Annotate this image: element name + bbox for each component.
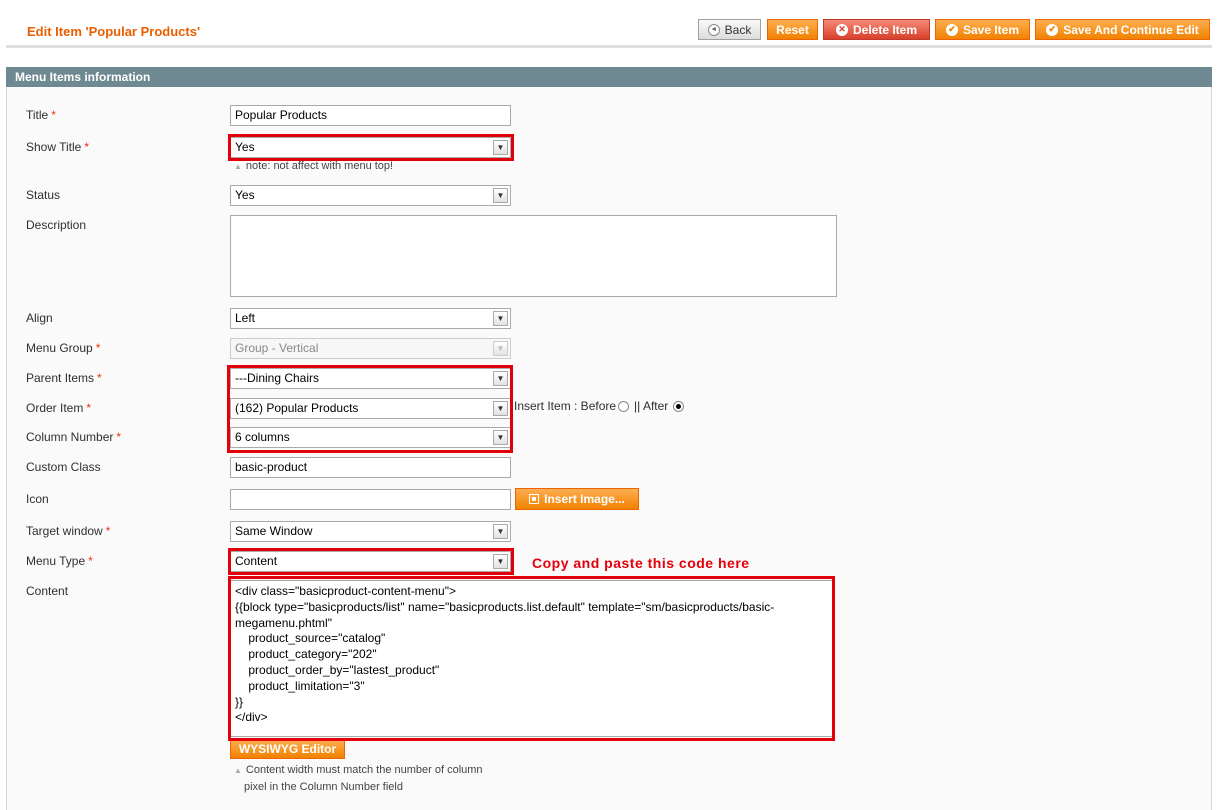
highlight-show-title [228, 134, 514, 161]
page-title: Edit Item 'Popular Products' [27, 24, 201, 39]
chevron-down-icon: ▼ [493, 188, 508, 203]
highlight-menu-type [228, 548, 514, 575]
after-radio[interactable] [673, 400, 685, 412]
chevron-down-icon: ▼ [493, 311, 508, 326]
back-button-label: Back [724, 22, 752, 37]
delete-icon: ✕ [835, 23, 848, 36]
back-button[interactable]: ◄ Back [698, 19, 761, 40]
save-item-button[interactable]: ✔ Save Item [935, 19, 1030, 40]
show-title-label: Show Title * [26, 140, 90, 154]
insert-image-button[interactable]: Insert Image... [515, 488, 639, 510]
align-select[interactable]: Left ▼ [230, 308, 511, 329]
menu-group-select: Group - Vertical ▼ [230, 338, 511, 359]
target-window-value: Same Window [235, 524, 313, 538]
triangle-icon: ▲ [234, 766, 242, 775]
save-continue-button-label: Save And Continue Edit [1063, 22, 1199, 37]
triangle-icon: ▲ [234, 162, 242, 171]
insert-image-label: Insert Image... [544, 492, 625, 506]
insert-item-label: Insert Item : Before [514, 399, 617, 413]
order-item-label: Order Item * [26, 401, 92, 415]
status-label: Status [26, 188, 61, 202]
delete-item-button[interactable]: ✕ Delete Item [823, 19, 930, 40]
check-icon: ✔ [1046, 23, 1059, 36]
annotation-text: Copy and paste this code here [532, 555, 750, 571]
insert-position-group: Insert Item : Before || After [514, 399, 685, 413]
content-label: Content [26, 584, 69, 598]
wysiwyg-editor-button[interactable]: WYSIWYG Editor [230, 739, 345, 759]
back-arrow-icon: ◄ [707, 23, 720, 36]
icon-input[interactable] [230, 489, 511, 510]
show-title-note: ▲ note: not affect with menu top! [234, 160, 394, 172]
align-value: Left [235, 311, 256, 325]
custom-class-label: Custom Class [26, 460, 101, 474]
description-label: Description [26, 218, 87, 232]
chevron-down-icon: ▼ [493, 341, 508, 356]
content-note-line1: ▲ Content width must match the number of … [234, 764, 483, 776]
delete-button-label: Delete Item [852, 22, 918, 37]
align-label: Align [26, 311, 53, 325]
chevron-down-icon: ▼ [493, 524, 508, 539]
reset-button-label: Reset [776, 22, 809, 37]
reset-button[interactable]: Reset [767, 19, 818, 40]
save-continue-button[interactable]: ✔ Save And Continue Edit [1035, 19, 1210, 40]
wysiwyg-label: WYSIWYG Editor [238, 742, 337, 756]
menu-group-label: Menu Group * [26, 341, 101, 355]
highlight-content [228, 576, 835, 741]
parent-items-label: Parent Items * [26, 371, 102, 385]
icon-label: Icon [26, 492, 49, 506]
content-note-line2: pixel in the Column Number field [244, 781, 403, 793]
after-label: || After [634, 399, 669, 413]
status-select[interactable]: Yes ▼ [230, 185, 511, 206]
target-window-label: Target window * [26, 524, 111, 538]
section-header: Menu Items information [6, 67, 1212, 87]
highlight-parent-order-column [227, 365, 513, 453]
menu-group-value: Group - Vertical [235, 341, 319, 355]
title-input[interactable]: Popular Products [230, 105, 511, 126]
column-number-label: Column Number * [26, 430, 122, 444]
save-button-label: Save Item [962, 22, 1020, 37]
title-label: Title * [26, 108, 56, 122]
check-icon: ✔ [945, 23, 958, 36]
target-window-select[interactable]: Same Window ▼ [230, 521, 511, 542]
menu-type-label: Menu Type * [26, 554, 93, 568]
image-icon [529, 494, 540, 504]
custom-class-input[interactable]: basic-product [230, 457, 511, 478]
description-textarea[interactable] [230, 215, 837, 297]
status-value: Yes [235, 188, 255, 202]
header-divider [6, 45, 1212, 48]
before-radio[interactable] [618, 400, 630, 412]
